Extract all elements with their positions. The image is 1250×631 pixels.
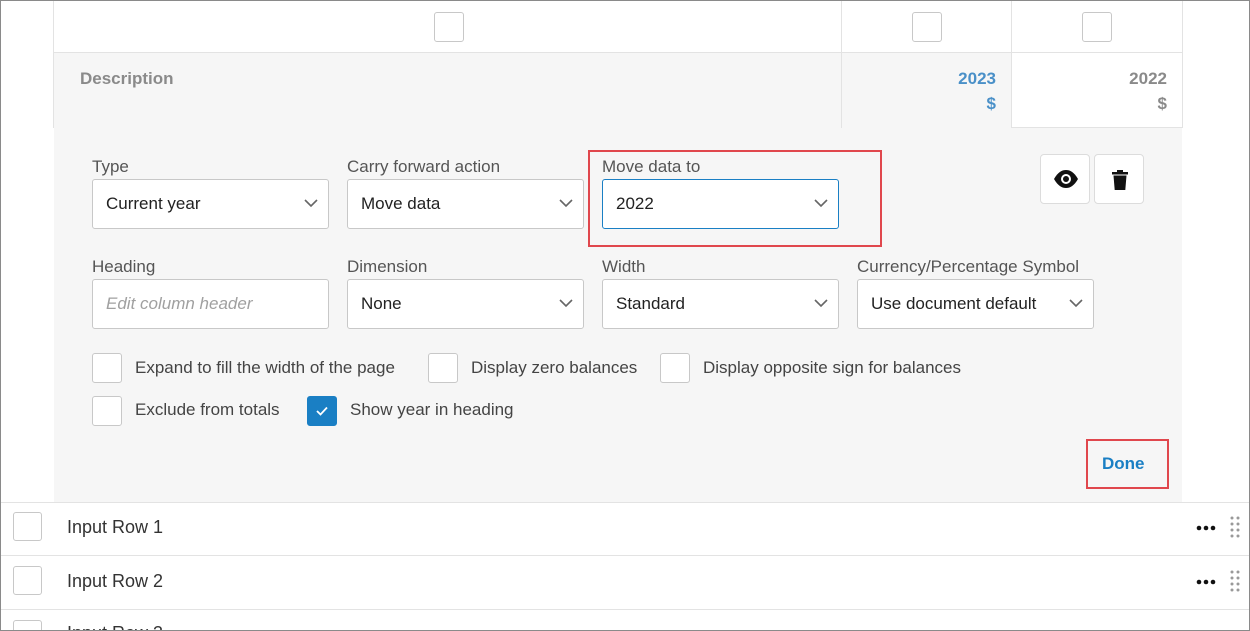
toggle-visibility-button[interactable] xyxy=(1040,154,1090,204)
report-table: Description 2023 $ 2022 $ Type Current y… xyxy=(0,0,1250,631)
checkmark-icon xyxy=(316,406,328,416)
description-header-cell[interactable] xyxy=(54,53,841,128)
width-label: Width xyxy=(602,257,646,276)
currency-symbol-select[interactable]: Use document default xyxy=(857,279,1094,329)
column-heading-input[interactable] xyxy=(92,279,329,329)
column-2023-checkbox[interactable] xyxy=(912,12,942,42)
dimension-select[interactable]: None xyxy=(347,279,584,329)
column-2022-checkbox[interactable] xyxy=(1082,12,1112,42)
chevron-down-icon xyxy=(1069,299,1083,308)
table-row[interactable] xyxy=(1,503,1249,555)
row-label: Input Row 1 xyxy=(67,517,164,537)
chevron-down-icon xyxy=(304,199,318,208)
heading-label: Heading xyxy=(92,257,156,276)
show-year-in-heading-checkbox[interactable] xyxy=(307,396,337,426)
done-highlight xyxy=(1086,439,1169,489)
type-select[interactable]: Current year xyxy=(92,179,329,229)
table-row[interactable] xyxy=(1,610,1249,630)
trash-icon xyxy=(1112,170,1128,190)
eye-icon xyxy=(1054,170,1078,188)
more-options-icon[interactable] xyxy=(1196,579,1216,585)
column-2023-year: 2023 xyxy=(958,69,996,88)
width-select[interactable]: Standard xyxy=(602,279,839,329)
row-checkbox[interactable] xyxy=(13,566,42,595)
carry-forward-label: Carry forward action xyxy=(347,157,501,176)
carry-forward-value: Move data xyxy=(361,194,441,213)
opposite-sign-checkbox[interactable] xyxy=(660,353,690,383)
row-label: Input Row 2 xyxy=(67,571,164,591)
description-header: Description xyxy=(80,69,174,88)
show-year-in-heading-label: Show year in heading xyxy=(350,400,514,419)
column-2023-header[interactable] xyxy=(842,53,1011,128)
drag-handle-icon[interactable] xyxy=(1230,516,1240,540)
row-checkbox[interactable] xyxy=(13,512,42,541)
chevron-down-icon xyxy=(814,299,828,308)
row-label: Input Row 3 xyxy=(67,623,163,630)
display-zero-balances-checkbox[interactable] xyxy=(428,353,458,383)
carry-forward-select[interactable]: Move data xyxy=(347,179,584,229)
move-data-to-highlight xyxy=(588,150,882,247)
display-zero-balances-label: Display zero balances xyxy=(471,358,638,377)
column-2022-unit: $ xyxy=(1157,94,1167,113)
delete-column-button[interactable] xyxy=(1094,154,1144,204)
type-label: Type xyxy=(92,157,129,176)
exclude-from-totals-checkbox[interactable] xyxy=(92,396,122,426)
dimension-value: None xyxy=(361,294,402,313)
expand-width-checkbox[interactable] xyxy=(92,353,122,383)
exclude-from-totals-label: Exclude from totals xyxy=(135,400,280,419)
currency-symbol-label: Currency/Percentage Symbol xyxy=(857,257,1080,276)
row-checkbox[interactable] xyxy=(13,620,42,630)
chevron-down-icon xyxy=(559,299,573,308)
type-value: Current year xyxy=(106,194,201,213)
drag-handle-icon[interactable] xyxy=(1230,570,1240,594)
currency-symbol-value: Use document default xyxy=(871,294,1037,313)
expand-width-label: Expand to fill the width of the page xyxy=(135,358,395,377)
table-row[interactable] xyxy=(1,556,1249,608)
chevron-down-icon xyxy=(559,199,573,208)
column-2022-year: 2022 xyxy=(1129,69,1167,88)
opposite-sign-label: Display opposite sign for balances xyxy=(703,358,961,377)
width-value: Standard xyxy=(616,294,685,313)
column-2023-unit: $ xyxy=(986,94,996,113)
header-checkbox-row xyxy=(1,1,1249,52)
more-options-icon[interactable] xyxy=(1196,525,1216,531)
dimension-label: Dimension xyxy=(347,257,428,276)
description-column-checkbox[interactable] xyxy=(434,12,464,42)
column-2022-header[interactable] xyxy=(1012,53,1182,128)
